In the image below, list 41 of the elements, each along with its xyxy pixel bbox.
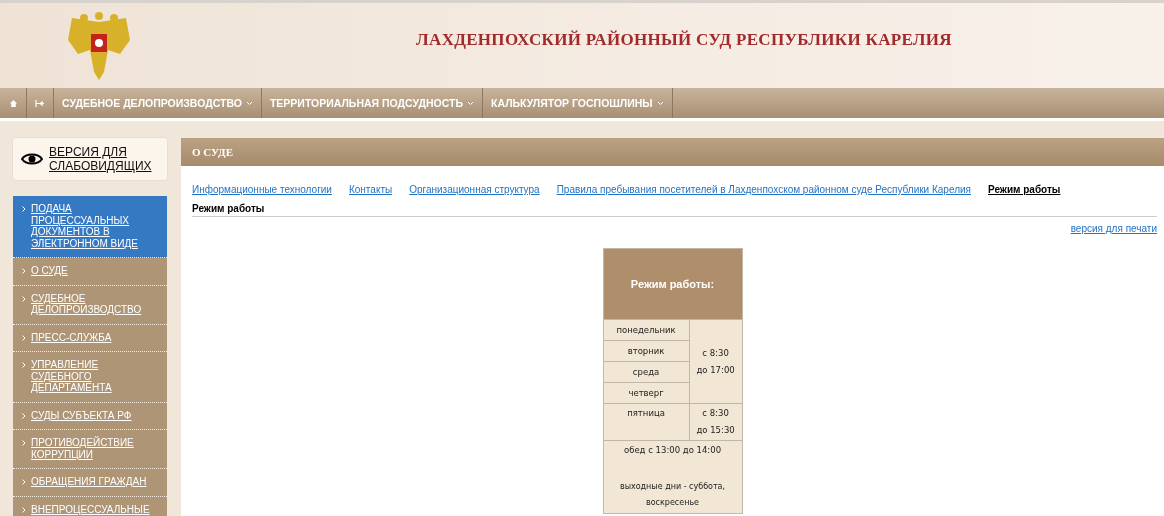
sidebar-item[interactable]: ПОДАЧА ПРОЦЕССУАЛЬНЫХ ДОКУМЕНТОВ В ЭЛЕКТРОННОМ ВИДЕ xyxy=(13,196,167,258)
page-heading: Режим работы xyxy=(192,203,1157,217)
eye-icon xyxy=(21,152,43,166)
table-cell: вторник xyxy=(603,340,690,362)
sidebar-item[interactable]: СУДЫ СУБЪЕКТА РФ xyxy=(13,402,167,430)
chevron-icon xyxy=(22,440,26,446)
table-cell: с 8:30 до 17:00 xyxy=(689,319,742,404)
court-title: ЛАХДЕНПОХСКИЙ РАЙОННЫЙ СУД РЕСПУБЛИКИ КАРЕЛИЯ xyxy=(415,29,953,50)
tab-link[interactable]: Контакты xyxy=(348,184,393,195)
tab-link[interactable]: Информационные технологии xyxy=(192,184,332,195)
table-cell: пятница xyxy=(603,403,690,441)
print-version-link[interactable]: версия для печати xyxy=(181,223,1157,234)
table-cell: понедельник xyxy=(603,319,690,341)
sidebar-item[interactable]: ПРЕСС-СЛУЖБА xyxy=(13,324,167,352)
chevron-icon xyxy=(22,479,26,485)
table-cell: среда xyxy=(603,361,690,383)
nav-menu-item[interactable]: СУДЕБНОЕ ДЕЛОПРОИЗВОДСТВО xyxy=(54,88,262,118)
sidebar-item[interactable]: СУДЕБНОЕ ДЕЛОПРОИЗВОДСТВО xyxy=(13,285,167,325)
table-cell: четверг xyxy=(603,382,690,404)
chevron-icon xyxy=(22,412,26,419)
sidebar-item[interactable]: УПРАВЛЕНИЕ СУДЕБНОГО ДЕПАРТАМЕНТА xyxy=(13,352,167,403)
chevron-icon xyxy=(22,362,26,368)
sidebar-item[interactable]: ВНЕПРОЦЕССУАЛЬНЫЕ xyxy=(13,496,167,516)
tab-link[interactable]: Организационная структура xyxy=(409,184,540,195)
tab-link[interactable]: Правила пребывания посетителей в Лахденпохском районном суде Республики Карелия xyxy=(556,184,971,195)
sidebar-item[interactable]: О СУДЕ xyxy=(13,258,167,286)
sidebar-item[interactable]: ПРОТИВОДЕЙСТВИЕ КОРРУПЦИИ xyxy=(13,430,167,469)
table-cell: обед с 13:00 до 14:00 выходные дни - суббота, воскресенье xyxy=(603,440,742,514)
chevron-icon xyxy=(22,206,26,212)
chevron-icon xyxy=(22,268,26,274)
sidebar-item[interactable]: ОБРАЩЕНИЯ ГРАЖДАН xyxy=(13,469,167,497)
tab-link[interactable]: Режим работы xyxy=(988,184,1061,195)
nav-menu-item[interactable]: ТЕРРИТОРИАЛЬНАЯ ПОДСУДНОСТЬ xyxy=(261,88,484,118)
accessibility-link[interactable]: ВЕРСИЯ ДЛЯ СЛАБОВИДЯЩИХ xyxy=(13,138,167,180)
nav-menu-item[interactable]: КАЛЬКУЛЯТОР ГОСПОШЛИНЫ xyxy=(483,88,673,118)
section-title-bar: О СУДЕ xyxy=(181,138,1164,166)
table-header: Режим работы: xyxy=(603,248,742,320)
chevron-icon xyxy=(22,334,26,341)
chevron-icon xyxy=(22,506,26,513)
chevron-icon xyxy=(22,295,26,302)
table-cell: с 8:30 до 15:30 xyxy=(689,403,742,441)
